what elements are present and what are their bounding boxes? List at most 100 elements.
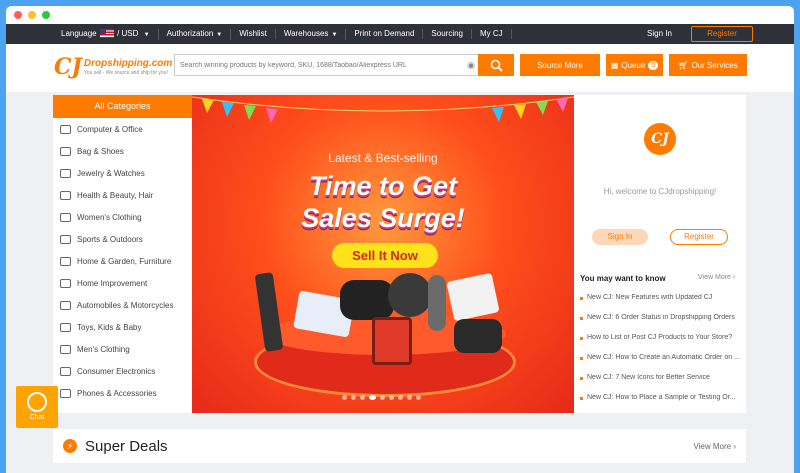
category-label: Phones & Accessories xyxy=(77,388,157,398)
language-label: Language xyxy=(61,28,97,38)
category-label: Jewelry & Watches xyxy=(77,168,145,178)
banner-title-line1: Time to Get xyxy=(308,171,458,201)
carousel-dot[interactable] xyxy=(380,395,385,400)
maximize-window-dot[interactable] xyxy=(42,11,50,19)
category-item[interactable]: Home & Garden, Furniture xyxy=(53,250,192,272)
close-window-dot[interactable] xyxy=(14,11,22,19)
category-icon xyxy=(60,168,71,178)
category-item[interactable]: Bag & Shoes xyxy=(53,140,192,162)
category-item[interactable]: Jewelry & Watches xyxy=(53,162,192,184)
sell-it-now-button[interactable]: Sell It Now xyxy=(332,243,438,268)
category-icon xyxy=(60,322,71,332)
category-item[interactable]: Phones & Accessories xyxy=(53,382,192,404)
user-panel: CJ Hi, welcome to CJdropshipping! Sign I… xyxy=(574,95,746,413)
search-input[interactable] xyxy=(175,61,463,69)
category-item[interactable]: Home Improvement xyxy=(53,272,192,294)
carousel-dot[interactable] xyxy=(369,395,376,400)
category-label: Home & Garden, Furniture xyxy=(77,256,172,266)
chevron-down-icon: ▼ xyxy=(143,31,150,38)
queue-icon: ▦ xyxy=(610,60,619,70)
category-item[interactable]: Men's Clothing xyxy=(53,338,192,360)
carousel-dot[interactable] xyxy=(407,395,412,400)
our-services-button[interactable]: 🛒︎ Our Services xyxy=(669,54,747,76)
minimize-window-dot[interactable] xyxy=(28,11,36,19)
category-icon xyxy=(60,234,71,244)
chevron-down-icon: ▼ xyxy=(216,31,223,38)
category-label: Men's Clothing xyxy=(77,344,130,354)
category-item[interactable]: Consumer Electronics xyxy=(53,360,192,382)
bunting-flags xyxy=(192,96,574,123)
all-categories-header[interactable]: All Categories xyxy=(53,95,192,118)
product-image xyxy=(454,319,502,353)
category-label: Women's Clothing xyxy=(77,212,142,222)
category-icon xyxy=(60,190,71,200)
category-icon xyxy=(60,278,71,288)
category-sidebar: All Categories Computer & Office Bag & Sh… xyxy=(53,95,192,413)
news-list: New CJ: New Features with Updated CJ New … xyxy=(580,294,742,414)
product-image xyxy=(372,317,412,365)
logo-name: Dropshipping.com xyxy=(83,58,173,69)
our-services-label: Our Services xyxy=(691,60,738,70)
chevron-right-icon: › xyxy=(732,274,736,281)
carousel-dot[interactable] xyxy=(398,395,403,400)
wishlist-link[interactable]: Wishlist xyxy=(231,29,276,39)
panel-register-button[interactable]: Register xyxy=(670,229,728,245)
category-label: Health & Beauty, Hair xyxy=(77,190,154,200)
news-item[interactable]: New CJ: 7 New Icons for Better Service xyxy=(580,374,742,394)
product-image xyxy=(428,275,446,331)
view-more-label: View More xyxy=(698,274,731,281)
category-icon xyxy=(60,256,71,266)
category-label: Toys, Kids & Baby xyxy=(77,322,142,332)
panel-sign-in-button[interactable]: Sign In xyxy=(592,229,648,245)
news-item[interactable]: New CJ: How to Create an Automatic Order… xyxy=(580,354,742,374)
carousel-dot[interactable] xyxy=(389,395,394,400)
top-sign-in-link[interactable]: Sign In xyxy=(647,29,672,38)
print-on-demand-link[interactable]: Print on Demand xyxy=(346,29,424,39)
chevron-down-icon: ▼ xyxy=(331,31,338,38)
browser-window: Language / USD ▼ Authorization ▼ Wishlist… xyxy=(6,6,794,473)
sourcing-link[interactable]: Sourcing xyxy=(423,29,472,39)
chat-widget-button[interactable]: Chat xyxy=(16,386,58,428)
warehouses-menu[interactable]: Warehouses ▼ xyxy=(276,28,347,40)
hero-banner[interactable]: Latest & Best-selling Time to Get Sales … xyxy=(192,95,574,413)
top-register-button[interactable]: Register xyxy=(691,26,753,42)
banner-subtitle: Latest & Best-selling xyxy=(328,151,438,165)
category-item[interactable]: Health & Beauty, Hair xyxy=(53,184,192,206)
site-header: CJ Dropshipping.com You sell - We source… xyxy=(6,44,794,92)
carousel-dot[interactable] xyxy=(360,395,365,400)
category-icon xyxy=(60,146,71,156)
category-item[interactable]: Computer & Office xyxy=(53,118,192,140)
category-label: Bag & Shoes xyxy=(77,146,124,156)
category-label: Computer & Office xyxy=(77,124,143,134)
carousel-dot[interactable] xyxy=(351,395,356,400)
top-nav: Language / USD ▼ Authorization ▼ Wishlist… xyxy=(6,24,794,44)
news-item[interactable]: New CJ: New Features with Updated CJ xyxy=(580,294,742,314)
my-cj-link[interactable]: My CJ xyxy=(472,29,512,39)
super-deals-title: Super Deals xyxy=(85,437,168,455)
search-button[interactable] xyxy=(478,54,514,76)
category-icon xyxy=(60,300,71,310)
language-selector[interactable]: Language / USD ▼ xyxy=(53,28,159,40)
category-item[interactable]: Automobiles & Motorcycles xyxy=(53,294,192,316)
authorization-label: Authorization xyxy=(166,28,214,38)
authorization-menu[interactable]: Authorization ▼ xyxy=(159,28,232,40)
source-more-button[interactable]: Source More xyxy=(520,54,600,76)
news-item[interactable]: How to List or Post CJ Products to Your … xyxy=(580,334,742,354)
super-deals-view-more-link[interactable]: View More › xyxy=(693,442,736,451)
category-item[interactable]: Women's Clothing xyxy=(53,206,192,228)
camera-icon[interactable]: ◉ xyxy=(463,60,479,71)
news-item[interactable]: New CJ: 6 Order Status in Dropshipping O… xyxy=(580,314,742,334)
warehouses-label: Warehouses xyxy=(283,28,329,38)
queue-button[interactable]: ▦ Queue 0 xyxy=(606,54,663,76)
cj-avatar-logo: CJ xyxy=(644,123,676,155)
view-more-label: View More xyxy=(693,441,732,451)
cj-logo[interactable]: CJ Dropshipping.com You sell - We source… xyxy=(54,56,173,78)
carousel-dot[interactable] xyxy=(416,395,421,400)
category-item[interactable]: Sports & Outdoors xyxy=(53,228,192,250)
news-item[interactable]: New CJ: How to Place a Sample or Testing… xyxy=(580,394,742,414)
category-item[interactable]: Toys, Kids & Baby xyxy=(53,316,192,338)
product-image xyxy=(340,280,394,320)
carousel-dot[interactable] xyxy=(342,395,347,400)
news-view-more-link[interactable]: View More › xyxy=(698,274,735,281)
news-title: You may want to know xyxy=(580,274,666,283)
